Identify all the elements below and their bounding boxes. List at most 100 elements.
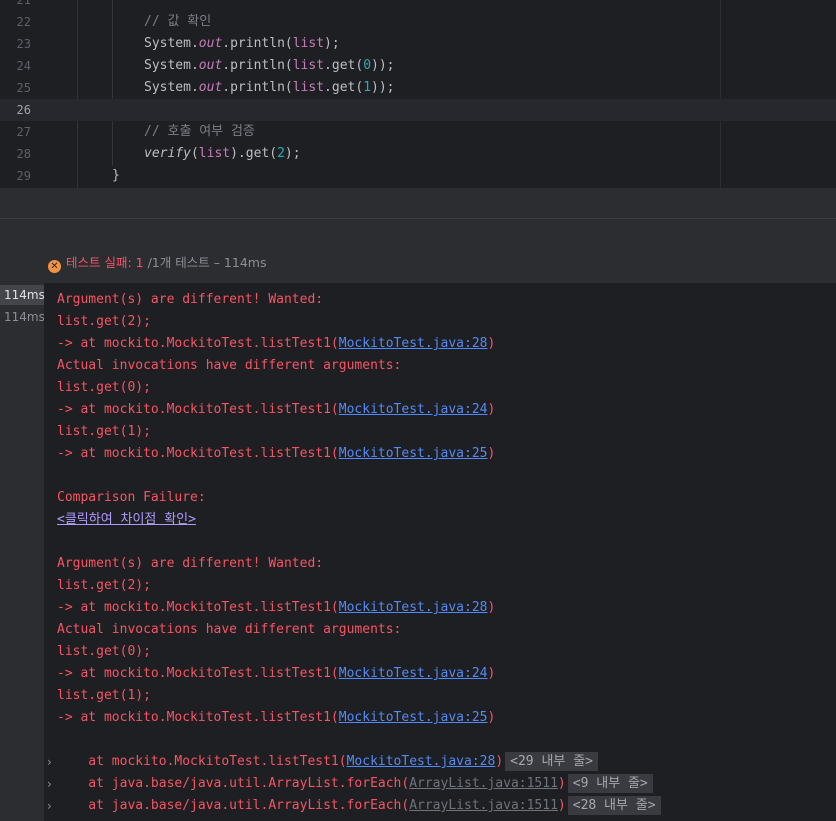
line-number: 27 [16,125,31,139]
code-text: System.out.println(list.get(1)); [144,77,395,99]
code-token: .get( [324,80,364,95]
test-tree: 114ms 114ms [0,283,45,821]
code-token: list [292,58,325,73]
line-number: 24 [16,59,31,73]
line-number: 26 [16,103,31,117]
code-token: System. [144,36,199,51]
source-link[interactable]: MockitoTest.java:28 [339,336,488,351]
paren: ) [557,776,566,791]
expand-chevron-icon[interactable]: › [47,773,52,795]
code-token: out [198,36,223,51]
code-line[interactable]: 23 System.out.println(list); [0,33,836,55]
source-link[interactable]: MockitoTest.java:25 [339,446,488,461]
code-token: System. [144,80,199,95]
code-token: .println( [222,36,293,51]
paren: ) [495,754,504,769]
line-number: 29 [16,169,31,183]
code-token: ( [190,146,199,161]
code-text: // 값 확인 [144,11,211,33]
code-token: } [112,168,120,183]
console-line: -> at mockito.MockitoTest.listTest1(Mock… [57,663,495,685]
console-line: -> at mockito.MockitoTest.listTest1(Mock… [57,597,495,619]
source-link[interactable]: MockitoTest.java:24 [339,666,488,681]
console-line: Actual invocations have different argume… [57,622,402,637]
paren: ) [487,402,496,417]
stack-frame: at mockito.MockitoTest.listTest1(Mockito… [57,751,598,773]
source-link[interactable]: MockitoTest.java:28 [347,754,496,769]
panel-separator [0,188,836,218]
console-line: list.get(1); [57,424,151,439]
code-line[interactable]: 22 // 값 확인 [0,11,836,33]
code-text: // 호출 여부 검증 [144,121,255,143]
line-number: 22 [16,15,31,29]
code-line[interactable]: 27 // 호출 여부 검증 [0,121,836,143]
code-token: )); [371,80,395,95]
line-number: 28 [16,147,31,161]
console-line: list.get(1); [57,688,151,703]
at-prefix: -> at mockito.MockitoTest.listTest1( [57,446,339,461]
source-link[interactable]: MockitoTest.java:28 [339,600,488,615]
expand-chevron-icon[interactable]: › [47,751,52,773]
paren: ) [557,798,566,813]
code-token: list [292,36,325,51]
code-token: 2 [277,146,285,161]
frame-prefix: at java.base/java.util.ArrayList.forEach… [57,776,410,791]
code-line[interactable]: 24 System.out.println(list.get(0)); [0,55,836,77]
code-token: out [198,80,223,95]
paren: ) [487,446,496,461]
stack-frame: at java.base/java.util.ArrayList.forEach… [57,795,661,817]
source-link[interactable]: MockitoTest.java:25 [339,710,488,725]
diff-link-line: <클릭하여 차이점 확인> [57,509,196,531]
paren: ) [487,600,496,615]
test-time-selected[interactable]: 114ms [0,285,45,305]
source-link[interactable]: MockitoTest.java:24 [339,402,488,417]
code-token: list [198,146,231,161]
code-line[interactable]: 28 verify(list).get(2); [0,143,836,165]
comparison-failure-label: Comparison Failure: [57,490,206,505]
internal-lines-badge[interactable]: <29 내부 줄> [505,752,598,771]
console-line: list.get(2); [57,314,151,329]
test-summary: /1개 테스트 – 114ms [143,255,267,270]
at-prefix: -> at mockito.MockitoTest.listTest1( [57,600,339,615]
code-token: list [292,80,325,95]
code-line[interactable]: 25 System.out.println(list.get(1)); [0,77,836,99]
internal-lines-badge[interactable]: <28 내부 줄> [567,796,661,815]
code-token: .println( [222,80,293,95]
code-token: System. [144,58,199,73]
test-time[interactable]: 114ms [0,307,45,327]
paren: ) [487,666,496,681]
code-token: ).get( [230,146,278,161]
console-line: Argument(s) are different! Wanted: [57,556,324,571]
at-prefix: -> at mockito.MockitoTest.listTest1( [57,402,339,417]
code-token: verify [144,146,191,161]
code-text: System.out.println(list.get(0)); [144,55,395,77]
code-token: // 호출 여부 검증 [144,124,255,139]
error-icon: ✕ [48,260,61,273]
code-line[interactable]: 29} [0,165,836,187]
code-token: ); [324,36,340,51]
console-line: Argument(s) are different! Wanted: [57,292,324,307]
expand-chevron-icon[interactable]: › [47,795,52,817]
test-status: ✕ 테스트 실패: 1 /1개 테스트 – 114ms [48,255,266,273]
code-text: verify(list).get(2); [144,143,301,165]
source-link[interactable]: ArrayList.java:1511 [409,776,558,791]
show-diff-link[interactable]: <클릭하여 차이점 확인> [57,512,196,527]
code-editor[interactable]: 21 22// 값 확인 23 System.out.println(list); 2… [0,0,836,188]
console-line: -> at mockito.MockitoTest.listTest1(Mock… [57,443,495,465]
at-prefix: -> at mockito.MockitoTest.listTest1( [57,710,339,725]
internal-lines-badge[interactable]: <9 내부 줄> [567,774,653,793]
code-line[interactable]: 26 [0,99,836,121]
line-number: 21 [16,0,31,7]
source-link[interactable]: ArrayList.java:1511 [409,798,558,813]
code-token: 0 [363,58,372,73]
console-line: list.get(0); [57,380,151,395]
console-line: -> at mockito.MockitoTest.listTest1(Mock… [57,399,495,421]
fail-count: 테스트 실패: 1 [66,255,144,270]
code-text: } [112,165,120,187]
console-line: list.get(0); [57,644,151,659]
at-prefix: -> at mockito.MockitoTest.listTest1( [57,666,339,681]
console-line: -> at mockito.MockitoTest.listTest1(Mock… [57,707,495,729]
console-line: -> at mockito.MockitoTest.listTest1(Mock… [57,333,495,355]
code-token: // 값 확인 [144,14,212,29]
line-number: 23 [16,37,31,51]
